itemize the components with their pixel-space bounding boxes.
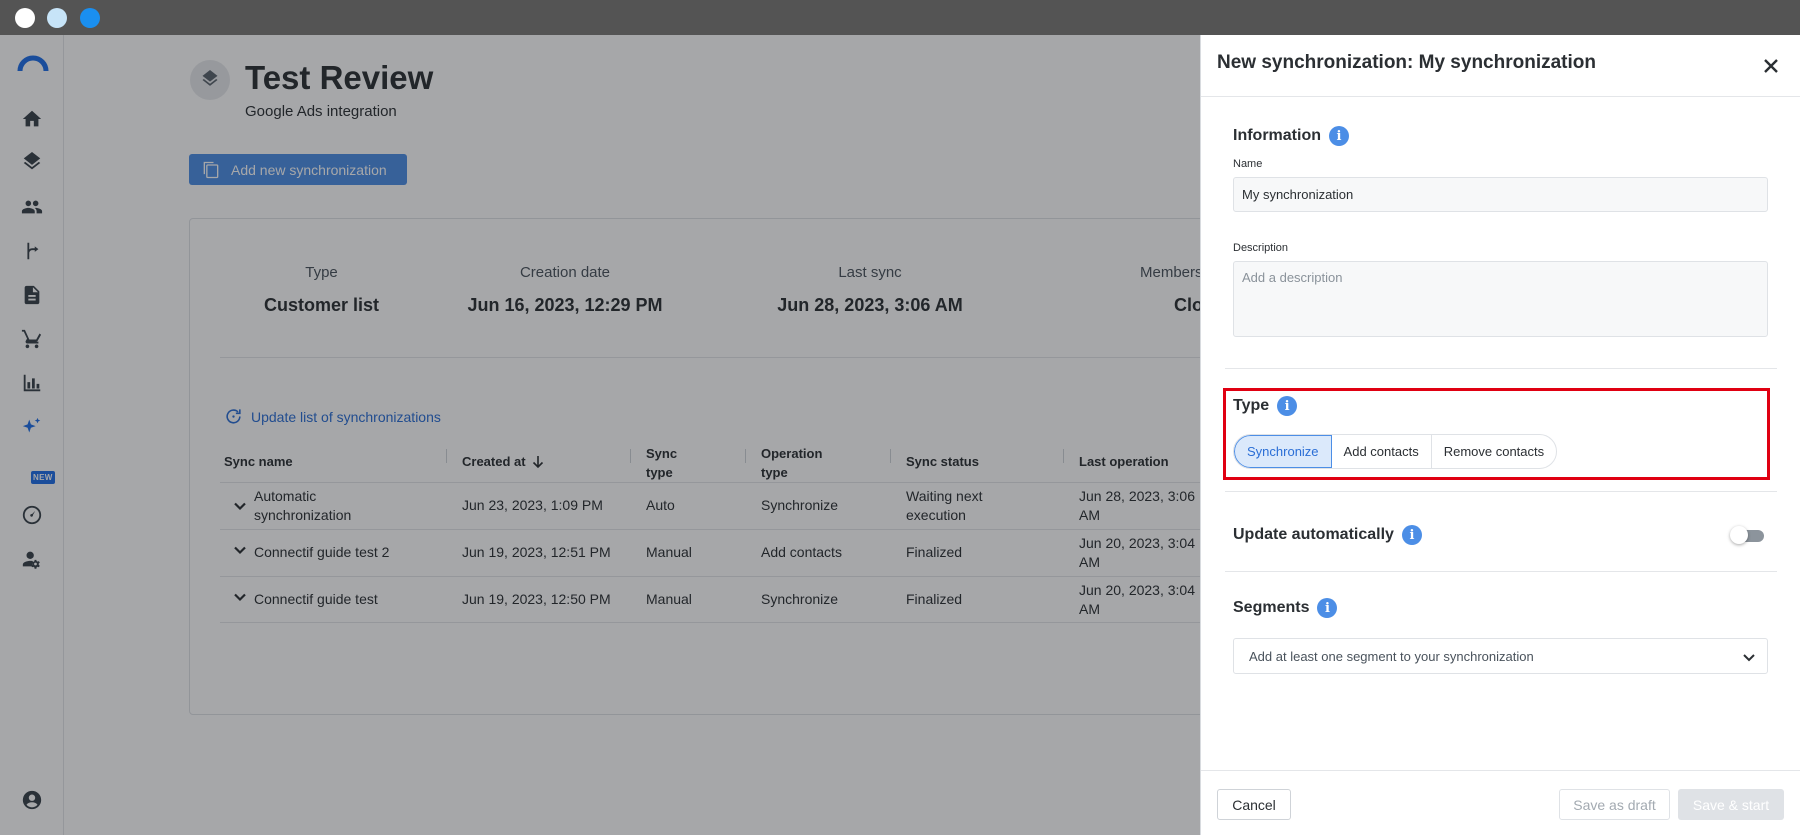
type-segmented-control: Synchronize Add contacts Remove contacts	[1233, 434, 1558, 469]
section-divider	[1225, 571, 1777, 572]
name-input[interactable]: My synchronization	[1233, 177, 1768, 212]
information-section-title: Information i	[1233, 126, 1349, 146]
window-maximize-dot[interactable]	[80, 8, 100, 28]
segments-select-placeholder: Add at least one segment to your synchro…	[1249, 648, 1534, 664]
chevron-down-icon	[1741, 649, 1757, 665]
segments-section-title: Segments i	[1233, 598, 1338, 618]
save-and-start-button[interactable]: Save & start	[1678, 789, 1784, 820]
type-option-synchronize[interactable]: Synchronize	[1234, 435, 1332, 468]
drawer-footer-divider	[1201, 770, 1800, 771]
info-icon[interactable]: i	[1317, 598, 1338, 618]
name-field-label: Name	[1233, 158, 1263, 170]
window-minimize-dot[interactable]	[47, 8, 67, 28]
new-synchronization-drawer: New synchronization: My synchronization …	[1200, 35, 1800, 835]
save-as-draft-button[interactable]: Save as draft	[1559, 789, 1670, 820]
info-icon[interactable]: i	[1401, 525, 1422, 545]
info-icon[interactable]: i	[1329, 126, 1349, 146]
update-automatically-toggle[interactable]	[1730, 525, 1766, 545]
information-title-text: Information	[1233, 127, 1321, 144]
close-icon	[1764, 59, 1778, 73]
cancel-button[interactable]: Cancel	[1217, 789, 1291, 820]
window-close-dot[interactable]	[15, 8, 35, 28]
description-textarea[interactable]	[1233, 261, 1768, 337]
type-section-title: Type i	[1233, 396, 1298, 416]
type-option-remove-contacts[interactable]: Remove contacts	[1432, 435, 1556, 468]
info-icon[interactable]: i	[1277, 396, 1298, 416]
type-title-text: Type	[1233, 397, 1270, 414]
window-titlebar	[0, 0, 1800, 35]
segments-select[interactable]: Add at least one segment to your synchro…	[1233, 638, 1768, 674]
segments-title-text: Segments	[1233, 599, 1310, 616]
update-automatically-title: Update automatically i	[1233, 525, 1422, 545]
toggle-knob	[1730, 526, 1748, 544]
close-drawer-button[interactable]	[1760, 55, 1782, 77]
type-option-add-contacts[interactable]: Add contacts	[1332, 435, 1432, 468]
section-divider	[1225, 491, 1777, 492]
drawer-title: New synchronization: My synchronization	[1217, 52, 1596, 73]
update-automatically-text: Update automatically	[1233, 526, 1394, 543]
section-divider	[1225, 368, 1777, 369]
description-field-label: Description	[1233, 242, 1289, 254]
drawer-header-divider	[1201, 96, 1800, 97]
